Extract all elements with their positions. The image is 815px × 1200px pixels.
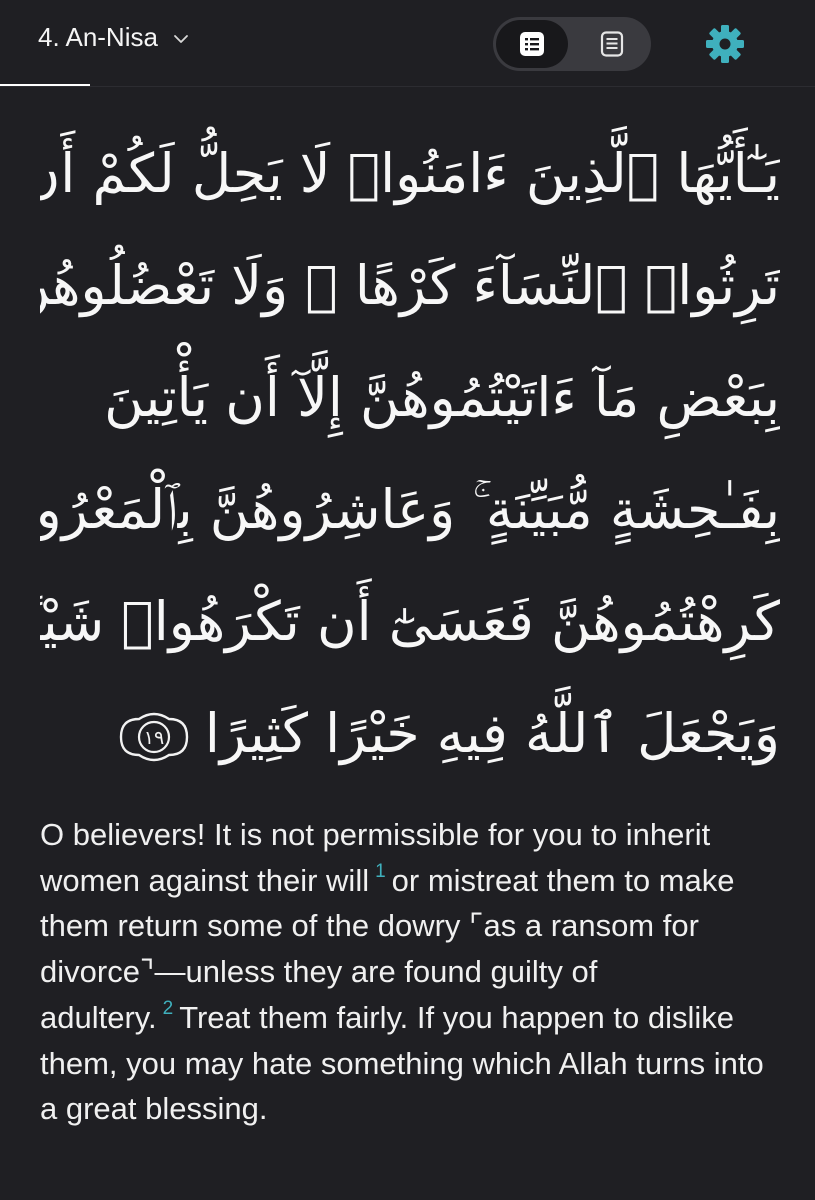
header-divider <box>0 86 815 87</box>
list-view-icon <box>520 32 544 56</box>
reading-view-button[interactable] <box>576 20 648 68</box>
top-bar: 4. An-Nisa <box>0 0 815 87</box>
arabic-line-text: وَيَجْعَلَ ٱللَّهُ فِيهِ خَيْرًا كَثِيرً… <box>204 702 780 765</box>
arabic-line: بِبَعْضِ مَآ ءَاتَيْتُمُوهُنَّ إِلَّآ أَ… <box>104 366 780 429</box>
surah-selector[interactable]: 4. An-Nisa <box>38 22 190 53</box>
footnote-link-2[interactable]: 2 <box>157 998 180 1019</box>
arabic-line: كَرِهْتُمُوهُنَّ فَعَسَىٰٓ أَن تَكْرَهُو… <box>40 590 780 653</box>
translation-text: O believers! It is not permissible for y… <box>40 812 780 1132</box>
arabic-line: يَـٰٓأَيُّهَا ٱلَّذِينَ ءَامَنُوا۟ لَا ي… <box>40 142 780 205</box>
arabic-line-last: وَيَجْعَلَ ٱللَّهُ فِيهِ خَيْرًا كَثِيرً… <box>40 678 780 790</box>
footnote-link-1[interactable]: 1 <box>369 861 392 882</box>
gear-icon <box>706 25 744 63</box>
settings-button[interactable] <box>701 20 749 68</box>
chevron-down-icon <box>174 34 188 43</box>
view-mode-toggle <box>493 17 651 71</box>
ayah-number: ١٩ <box>144 727 164 749</box>
arabic-verse-text: يَـٰٓأَيُّهَا ٱلَّذِينَ ءَامَنُوا۟ لَا ي… <box>40 118 780 790</box>
arabic-line: تَرِثُوا۟ ٱلنِّسَآءَ كَرْهًا ۖ وَلَا تَع… <box>40 254 780 317</box>
arabic-line: بِفَـٰحِشَةٍ مُّبَيِّنَةٍ ۚ وَعَاشِرُوهُ… <box>40 478 780 541</box>
surah-title: 4. An-Nisa <box>38 22 158 52</box>
ayah-number-marker: ١٩ <box>119 713 189 762</box>
verse-by-verse-view-button[interactable] <box>496 20 568 68</box>
document-view-icon <box>600 31 624 57</box>
